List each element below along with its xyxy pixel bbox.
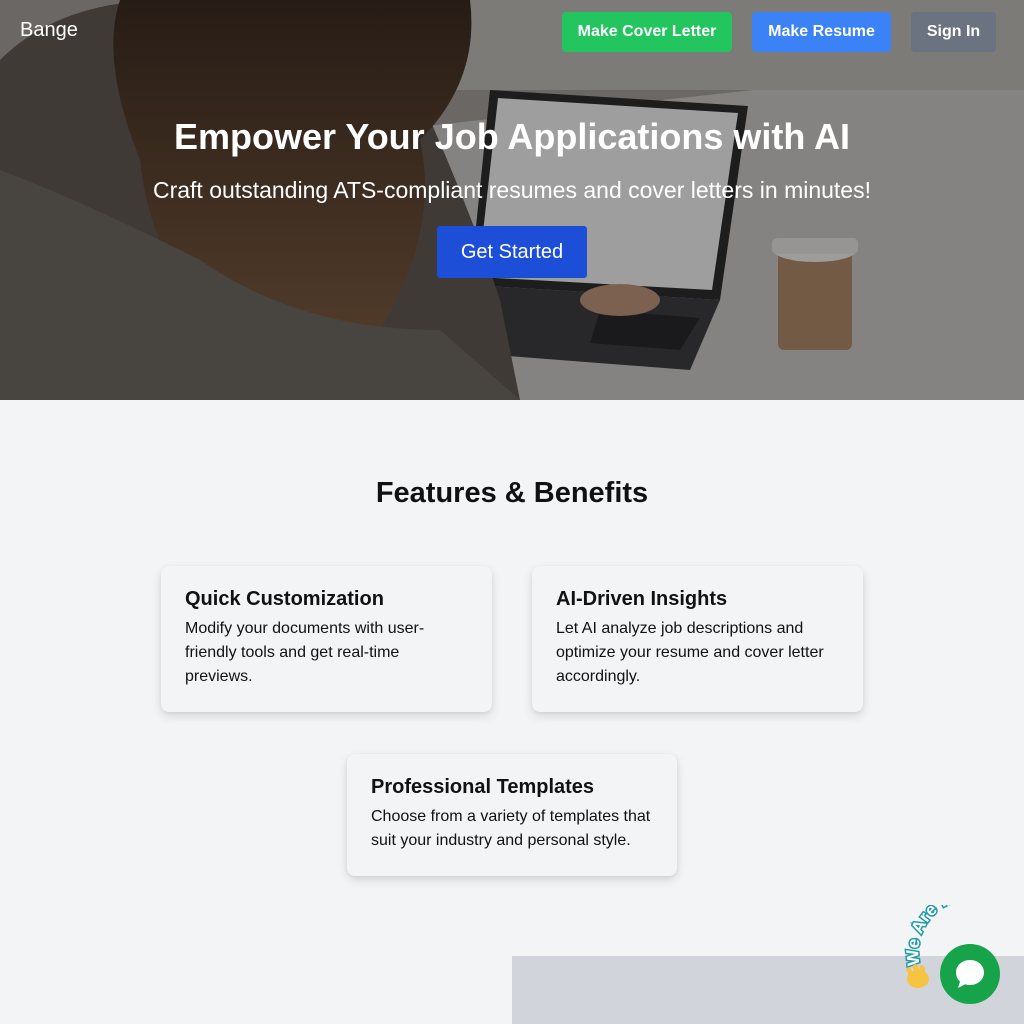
feature-card-text: Modify your documents with user-friendly… <box>185 620 425 685</box>
hero-subtitle: Craft outstanding ATS-compliant resumes … <box>152 177 871 203</box>
get-started-button[interactable]: Get Started <box>437 226 587 278</box>
feature-card-ai-insights: AI-Driven Insights Let AI analyze job de… <box>532 566 863 712</box>
make-cover-letter-button[interactable]: Make Cover Letter <box>562 12 732 52</box>
feature-card-quick-customization: Quick Customization Modify your document… <box>161 566 492 712</box>
feature-card-title: Professional Templates <box>371 776 595 798</box>
feature-card-title: AI-Driven Insights <box>556 588 728 610</box>
chat-bubble-icon <box>956 960 984 988</box>
feature-card-text: Choose from a variety of templates that … <box>371 808 651 849</box>
features-heading: Features & Benefits <box>375 477 649 509</box>
feature-card-text: Let AI analyze job descriptions and opti… <box>556 620 824 685</box>
make-resume-button[interactable]: Make Resume <box>752 12 891 52</box>
hero-section: Bange Make Cover Letter Make Resume Sign… <box>0 0 1024 400</box>
feature-card-title: Quick Customization <box>185 588 384 610</box>
waving-hand-icon <box>906 964 929 988</box>
top-navbar: Bange Make Cover Letter Make Resume Sign… <box>0 0 1024 62</box>
brand-logo-text[interactable]: Bange <box>20 19 78 42</box>
feature-card-templates: Professional Templates Choose from a var… <box>347 754 677 876</box>
chat-launcher-button[interactable] <box>940 944 1000 1004</box>
sign-in-button[interactable]: Sign In <box>911 12 996 52</box>
hero-title: Empower Your Job Applications with AI <box>173 116 851 157</box>
